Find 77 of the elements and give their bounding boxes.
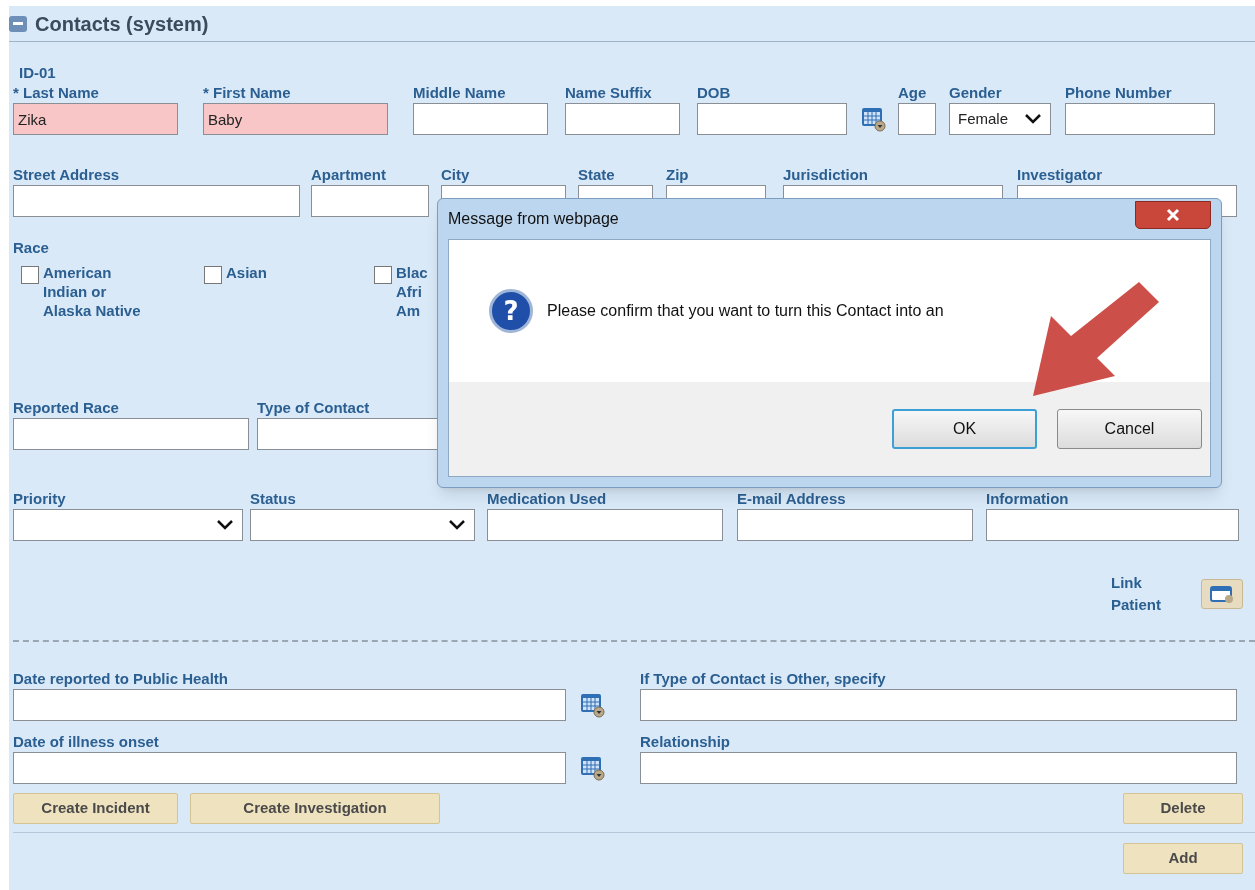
field-label: Relationship (640, 733, 731, 751)
input-field[interactable]: Zika (13, 103, 178, 135)
field-label: City (441, 166, 471, 184)
dialog-button[interactable]: OK (892, 409, 1037, 449)
input-field[interactable] (13, 185, 300, 217)
action-button[interactable]: Create Incident (13, 793, 178, 824)
dialog-title: Message from webpage (448, 209, 619, 229)
input-field[interactable] (13, 689, 566, 721)
input-field[interactable] (311, 185, 429, 217)
collapse-icon[interactable] (9, 15, 27, 32)
input-field[interactable] (737, 509, 973, 541)
input-field[interactable] (986, 509, 1239, 541)
section-title: Contacts (system) (35, 11, 209, 37)
chevron-down-icon (448, 519, 466, 531)
field-label: Apartment (311, 166, 387, 184)
field-label: Date of illness onset (13, 733, 160, 751)
input-field[interactable]: Baby (203, 103, 388, 135)
field-label: Age (898, 84, 928, 102)
field-label: Medication Used (487, 490, 608, 508)
dialog-message: Please confirm that you want to turn this Contact into an (547, 301, 944, 321)
calendar-icon[interactable] (580, 692, 606, 718)
field-label: Zip (666, 166, 690, 184)
field-label: Information (986, 490, 1070, 508)
checkbox-label: Asian (226, 263, 267, 282)
input-field[interactable] (487, 509, 723, 541)
action-button[interactable]: Delete (1123, 793, 1243, 824)
field-label: Status (250, 490, 297, 508)
dialog-button[interactable]: Cancel (1057, 409, 1202, 449)
calendar-icon[interactable] (861, 106, 887, 132)
checkbox-label: Blac Afri Am (396, 263, 428, 320)
record-id: ID-01 (19, 64, 56, 82)
select-field[interactable] (13, 509, 243, 541)
select-field[interactable] (250, 509, 475, 541)
input-field[interactable] (640, 689, 1237, 721)
chevron-down-icon (1024, 113, 1042, 125)
question-icon: ? (489, 289, 533, 333)
field-label: Investigator (1017, 166, 1104, 184)
input-field[interactable] (413, 103, 548, 135)
checkbox-label: American Indian or Alaska Native (43, 263, 141, 320)
close-icon (1166, 208, 1180, 222)
input-field[interactable] (565, 103, 680, 135)
field-label: Gender (949, 84, 1003, 102)
field-label: Name Suffix (565, 84, 653, 102)
input-field[interactable] (898, 103, 936, 135)
link-patient-button[interactable] (1201, 579, 1243, 609)
checkbox[interactable] (204, 266, 222, 284)
select-field[interactable]: Female (949, 103, 1051, 135)
action-button[interactable]: Create Investigation (190, 793, 440, 824)
input-field[interactable] (13, 752, 566, 784)
field-label: Date reported to Public Health (13, 670, 230, 688)
input-field[interactable] (697, 103, 847, 135)
field-label: Priority (13, 490, 67, 508)
field-label: If Type of Contact is Other, specify (640, 670, 887, 688)
field-label: * First Name (203, 84, 292, 102)
field-label: Street Address (13, 166, 121, 184)
checkbox[interactable] (21, 266, 39, 284)
field-label: State (578, 166, 616, 184)
calendar-icon[interactable] (580, 755, 606, 781)
window-icon (1209, 584, 1235, 604)
input-field[interactable] (640, 752, 1237, 784)
field-label: * Last Name (13, 84, 100, 102)
field-label: Phone Number (1065, 84, 1173, 102)
select-value: Female (958, 108, 1009, 129)
field-label: Reported Race (13, 399, 120, 417)
input-field[interactable] (1065, 103, 1215, 135)
field-label: Middle Name (413, 84, 507, 102)
checkbox[interactable] (374, 266, 392, 284)
field-label: Link Patient (1111, 573, 1161, 615)
field-label: Jurisdiction (783, 166, 869, 184)
field-label: E-mail Address (737, 490, 847, 508)
field-label: Race (13, 239, 49, 257)
chevron-down-icon (216, 519, 234, 531)
field-label: DOB (697, 84, 732, 102)
action-button[interactable]: Add (1123, 843, 1243, 874)
field-label: Type of Contact (257, 399, 371, 417)
input-field[interactable] (13, 418, 249, 450)
close-button[interactable] (1135, 201, 1211, 229)
